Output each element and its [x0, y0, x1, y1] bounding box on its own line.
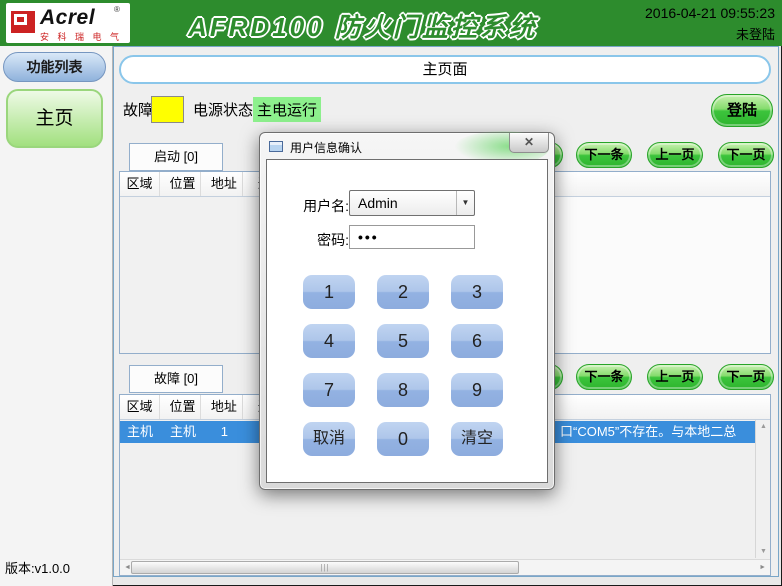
close-button[interactable]: ✕ — [509, 133, 549, 153]
login-dialog: 用户信息确认 ✕ 用户名: Admin ▼ 密码: ••• 1 2 3 4 5 … — [259, 132, 555, 490]
power-status-label: 电源状态: — [193, 99, 257, 120]
scroll-up-icon[interactable]: ▲ — [756, 423, 771, 430]
close-icon: ✕ — [524, 135, 534, 149]
numeric-keypad: 1 2 3 4 5 6 7 8 9 取消 0 清空 — [303, 275, 503, 456]
brand-subtitle: 安 科 瑞 电 气 — [40, 30, 122, 43]
keypad-button-7[interactable]: 7 — [303, 373, 355, 407]
column-header[interactable]: 位置 — [164, 172, 201, 196]
dialog-title: 用户信息确认 — [290, 139, 362, 156]
username-value: Admin — [358, 191, 398, 215]
column-header[interactable]: 区域 — [120, 172, 160, 196]
keypad-button-1[interactable]: 1 — [303, 275, 355, 309]
scroll-left-icon[interactable]: ◄ — [124, 564, 131, 571]
fault-row-cell: 1 — [206, 421, 243, 443]
function-list-button[interactable]: 功能列表 — [3, 52, 106, 82]
username-label: 用户名: — [277, 196, 349, 216]
column-header[interactable]: 位置 — [164, 395, 201, 419]
password-input[interactable]: ••• — [349, 225, 475, 249]
next-item-button[interactable]: 下一条 — [576, 142, 632, 168]
scrollbar-thumb[interactable]: ||| — [131, 561, 519, 574]
column-header[interactable]: 地址 — [206, 395, 243, 419]
keypad-button-0[interactable]: 0 — [377, 422, 429, 456]
keypad-button-9[interactable]: 9 — [451, 373, 503, 407]
dialog-body: 用户名: Admin ▼ 密码: ••• 1 2 3 4 5 6 7 8 9 取… — [266, 159, 548, 483]
prev-page-button[interactable]: 上一页 — [647, 142, 703, 168]
brand-registered-mark: ® — [114, 5, 120, 14]
keypad-button-3[interactable]: 3 — [451, 275, 503, 309]
page-title: 主页面 — [119, 55, 771, 84]
version-label: 版本:v1.0.0 — [5, 558, 70, 577]
acrel-logo-icon — [11, 11, 35, 33]
next-page-button[interactable]: 下一页 — [718, 142, 774, 168]
app-window: Acrel ® 安 科 瑞 电 气 AFRD100 防火门监控系统 2016-0… — [0, 0, 782, 586]
app-title: AFRD100 防火门监控系统 — [138, 7, 588, 44]
chevron-down-icon: ▼ — [456, 191, 474, 215]
keypad-cancel-button[interactable]: 取消 — [303, 422, 355, 456]
password-label: 密码: — [277, 230, 349, 250]
power-status-value: 主电运行 — [253, 97, 321, 122]
table-body — [120, 197, 280, 353]
username-select[interactable]: Admin ▼ — [349, 190, 475, 216]
header-status-area: 2016-04-21 09:55:23 未登陆 — [645, 5, 775, 43]
login-button[interactable]: 登陆 — [711, 94, 773, 127]
brand-name: Acrel — [40, 6, 95, 30]
column-header[interactable]: 地址 — [206, 172, 243, 196]
vertical-scrollbar[interactable]: ▲ ▼ — [755, 420, 770, 558]
home-button[interactable]: 主页 — [6, 89, 103, 148]
login-status-label: 未登陆 — [645, 24, 775, 43]
keypad-button-5[interactable]: 5 — [377, 324, 429, 358]
header-bar: Acrel ® 安 科 瑞 电 气 AFRD100 防火门监控系统 2016-0… — [0, 0, 782, 46]
scroll-right-icon[interactable]: ► — [759, 564, 766, 571]
scroll-down-icon[interactable]: ▼ — [756, 548, 771, 555]
next-item-button[interactable]: 下一条 — [576, 364, 632, 390]
fault-row-cell: 主机 — [164, 421, 201, 443]
fault-row-cell: 主机 — [120, 421, 160, 443]
keypad-button-6[interactable]: 6 — [451, 324, 503, 358]
horizontal-scrollbar[interactable]: ◄ ||| ► — [120, 559, 770, 575]
next-page-button[interactable]: 下一页 — [718, 364, 774, 390]
tab-fault[interactable]: 故障 [0] — [129, 365, 223, 393]
column-header[interactable]: 区域 — [120, 395, 160, 419]
sidebar: 功能列表 主页 版本:v1.0.0 — [0, 46, 113, 586]
window-icon — [269, 141, 283, 152]
fault-indicator — [151, 96, 184, 123]
fault-row-detail: 口“COM5”不存在。与本地二总 — [560, 421, 768, 443]
datetime-label: 2016-04-21 09:55:23 — [645, 5, 775, 21]
tab-start[interactable]: 启动 [0] — [129, 143, 223, 171]
keypad-button-4[interactable]: 4 — [303, 324, 355, 358]
keypad-clear-button[interactable]: 清空 — [451, 422, 503, 456]
keypad-button-2[interactable]: 2 — [377, 275, 429, 309]
dialog-titlebar[interactable]: 用户信息确认 ✕ — [260, 133, 554, 159]
prev-page-button[interactable]: 上一页 — [647, 364, 703, 390]
keypad-button-8[interactable]: 8 — [377, 373, 429, 407]
acrel-logo: Acrel ® 安 科 瑞 电 气 — [6, 3, 130, 43]
